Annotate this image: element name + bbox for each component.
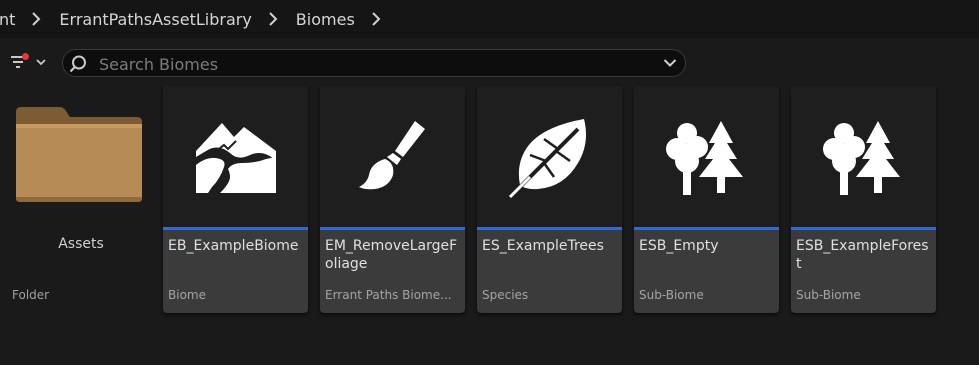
asset-type-color-bar (163, 227, 308, 230)
leaf-icon (508, 118, 586, 198)
search-input[interactable] (97, 52, 641, 76)
asset-name: EM_RemoveLargeFoliage (325, 238, 458, 272)
asset-type-color-bar (320, 227, 465, 230)
folder-name: Assets (58, 236, 104, 252)
asset-type: Species (482, 288, 529, 302)
chevron-right-icon[interactable] (369, 12, 383, 26)
folder-tile-assets[interactable]: Assets Folder (6, 86, 156, 312)
asset-thumbnail (634, 86, 779, 227)
search-icon (69, 55, 86, 73)
asset-name: EB_ExampleBiome (168, 238, 299, 254)
filter-icon (11, 56, 46, 68)
breadcrumb-item-errantpathsassetlibrary[interactable]: ErrantPathsAssetLibrary (59, 10, 251, 29)
chevron-right-icon[interactable] (266, 12, 280, 26)
asset-type: Errant Paths Biome... (325, 288, 452, 302)
asset-tile-eb-examplebiome[interactable]: EB_ExampleBiome Biome (163, 86, 308, 313)
chevron-down-icon[interactable] (663, 58, 677, 68)
toolbar (0, 38, 979, 84)
trees-icon (665, 120, 743, 195)
asset-name: ESB_Empty (639, 238, 719, 254)
filter-button[interactable] (8, 50, 52, 74)
breadcrumb-item-biomes[interactable]: Biomes (296, 10, 355, 29)
chevron-right-icon[interactable] (29, 12, 43, 26)
asset-thumbnail (791, 86, 936, 227)
asset-name: ESB_ExampleForest (796, 238, 929, 272)
search-box (62, 49, 686, 77)
trees-icon (822, 120, 900, 195)
asset-type-color-bar (634, 227, 779, 230)
breadcrumb: nt ErrantPathsAssetLibrary Biomes (0, 0, 979, 39)
asset-thumbnail (163, 86, 308, 227)
asset-tile-esb-exampleforest[interactable]: ESB_ExampleForest Sub-Biome (791, 86, 936, 313)
landscape-icon (195, 122, 276, 193)
breadcrumb-item-content[interactable]: nt (0, 10, 15, 29)
asset-thumbnail (320, 86, 465, 227)
asset-name: ES_ExampleTrees (482, 238, 604, 254)
asset-type: Biome (168, 288, 206, 302)
asset-type-color-bar (791, 227, 936, 230)
folder-icon (16, 107, 142, 202)
folder-type: Folder (12, 288, 50, 302)
asset-type: Sub-Biome (796, 288, 861, 302)
asset-tile-em-removelargefoliage[interactable]: EM_RemoveLargeFoliage Errant Paths Biome… (320, 86, 465, 313)
asset-tile-esb-empty[interactable]: ESB_Empty Sub-Biome (634, 86, 779, 313)
asset-type: Sub-Biome (639, 288, 704, 302)
asset-type-color-bar (477, 227, 622, 230)
asset-thumbnail (477, 86, 622, 227)
filter-active-dot (22, 53, 29, 60)
brush-icon (358, 120, 425, 189)
asset-tile-es-exampletrees[interactable]: ES_ExampleTrees Species (477, 86, 622, 313)
